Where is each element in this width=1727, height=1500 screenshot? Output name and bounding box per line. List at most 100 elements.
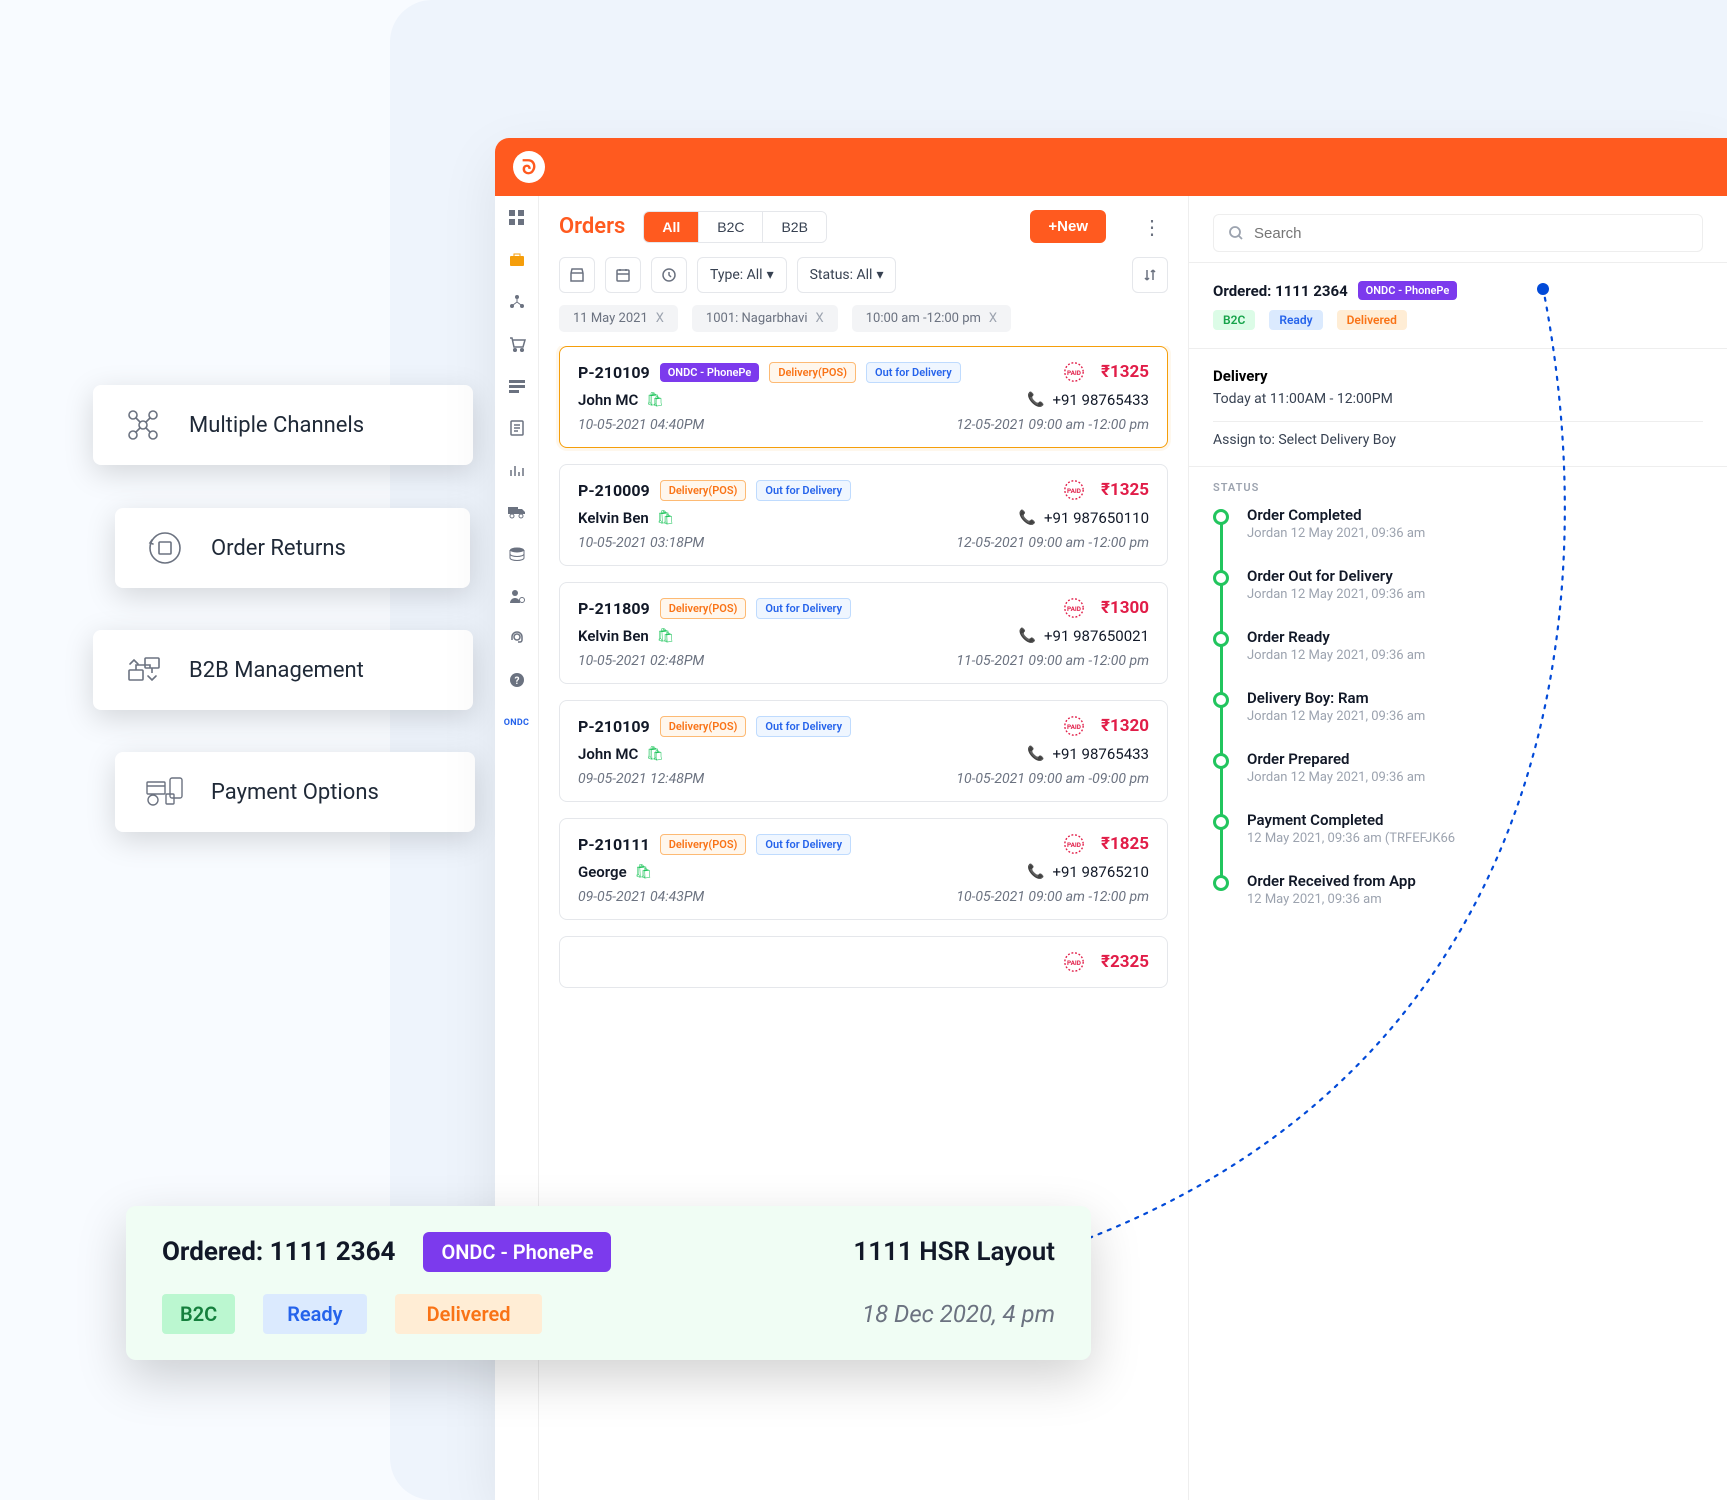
sort-icon[interactable] [1132, 257, 1168, 293]
timeline-item: Payment Completed12 May 2021, 09:36 am (… [1213, 811, 1703, 872]
paid-stamp-icon: PAID [1063, 951, 1085, 973]
timeline-sub: 12 May 2021, 09:36 am [1247, 892, 1416, 907]
nav-finance-icon[interactable] [507, 544, 527, 564]
order-card[interactable]: P-210111Delivery(POS)Out for DeliveryPAI… [559, 818, 1168, 920]
search-box[interactable] [1213, 214, 1703, 252]
placed-time: 10-05-2021 04:40PM [578, 417, 704, 433]
b2c-badge: B2C [1213, 310, 1255, 330]
feature-card-payments: Payment Options [115, 752, 475, 832]
delivered-badge: Delivered [1337, 310, 1407, 330]
segment-b2c[interactable]: B2C [699, 212, 763, 242]
timeline-item: Order CompletedJordan 12 May 2021, 09:36… [1213, 506, 1703, 567]
status-heading: STATUS [1189, 467, 1727, 498]
customer-phone: +91 98765433 [1052, 745, 1149, 763]
timeline-dot-icon [1213, 753, 1229, 769]
segment-all[interactable]: All [644, 212, 699, 242]
nav-support-icon[interactable] [507, 628, 527, 648]
b2b-icon [121, 648, 165, 692]
order-badge: Out for Delivery [756, 480, 851, 501]
new-order-button[interactable]: +New [1030, 210, 1106, 243]
connector-dot [1537, 283, 1549, 295]
ondc-mini-label: ONDC [504, 718, 530, 728]
type-filter[interactable]: Type: All ▾ [697, 257, 787, 293]
order-card[interactable]: P-210009Delivery(POS)Out for DeliveryPAI… [559, 464, 1168, 566]
status-filter[interactable]: Status: All ▾ [797, 257, 897, 293]
timeline-title: Order Received from App [1247, 872, 1416, 890]
overlay-ready-badge: Ready [263, 1294, 366, 1334]
active-filter-chips: 11 May 2021X 1001: NagarbhaviX 10:00 am … [539, 299, 1188, 346]
date-filter-icon[interactable] [605, 257, 641, 293]
timeline-sub: Jordan 12 May 2021, 09:36 am [1247, 587, 1425, 602]
assign-to[interactable]: Assign to: Select Delivery Boy [1213, 421, 1703, 448]
store-filter-icon[interactable] [559, 257, 595, 293]
delivery-block: Delivery Today at 11:00AM - 12:00PM Assi… [1189, 349, 1727, 467]
nav-dashboard-icon[interactable] [507, 208, 527, 228]
ordered-block: Ordered: 1111 2364 ONDC - PhonePe B2C Re… [1189, 263, 1727, 349]
overlay-address: 1111 HSR Layout [853, 1237, 1055, 1267]
timeline-dot-icon [1213, 509, 1229, 525]
segment-b2b[interactable]: B2B [763, 212, 825, 242]
order-id: P-211809 [578, 599, 650, 618]
paid-stamp-icon: PAID [1063, 715, 1085, 737]
phone-icon[interactable]: 📞 [1019, 510, 1036, 526]
order-card[interactable]: P-210109ONDC - PhonePeDelivery(POS)Out f… [559, 346, 1168, 448]
nav-analytics-icon[interactable] [507, 460, 527, 480]
topbar: ᘐ [495, 138, 1727, 196]
order-card[interactable]: P-210109 Delivery(POS) Out for Delivery PAI… [559, 700, 1168, 802]
filter-chip: 1001: NagarbhaviX [692, 305, 838, 332]
bag-icon: 🛍 [657, 510, 675, 526]
feature-label: Payment Options [211, 780, 379, 805]
nav-org-icon[interactable] [507, 292, 527, 312]
customer-phone: +91 987650021 [1044, 627, 1149, 645]
svg-text:PAID: PAID [1067, 487, 1081, 495]
nav-truck-icon[interactable] [507, 502, 527, 522]
svg-text:?: ? [514, 676, 519, 687]
bag-icon: 🛍 [635, 864, 653, 880]
phone-icon[interactable]: 📞 [1027, 864, 1044, 880]
order-badge: Out for Delivery [866, 362, 961, 383]
nav-orders-icon[interactable] [507, 250, 527, 270]
delivery-title: Delivery [1213, 367, 1703, 385]
customer-name: Kelvin Ben [578, 509, 649, 527]
nav-user-icon[interactable] [507, 586, 527, 606]
bag-icon: 🛍 [646, 746, 664, 762]
nav-help-icon[interactable]: ? [507, 670, 527, 690]
phone-icon[interactable]: 📞 [1019, 628, 1036, 644]
delivery-slot: 10-05-2021 09:00 am -12:00 pm [956, 889, 1149, 905]
phone-icon[interactable]: 📞 [1027, 746, 1044, 762]
chip-remove-icon[interactable]: X [816, 311, 824, 326]
feature-label: Order Returns [211, 536, 346, 561]
customer-phone: +91 98765433 [1052, 391, 1149, 409]
timeline-title: Order Completed [1247, 506, 1425, 524]
search-input[interactable] [1254, 225, 1688, 242]
timeline-title: Order Prepared [1247, 750, 1425, 768]
timeline-dot-icon [1213, 570, 1229, 586]
order-badge: Delivery(POS) [660, 834, 747, 855]
order-badge: Delivery(POS) [660, 598, 747, 619]
customer-name: George [578, 863, 627, 881]
channels-icon [121, 403, 165, 447]
delivery-slot: 10-05-2021 09:00 am -09:00 pm [956, 771, 1149, 787]
search-icon [1228, 225, 1244, 241]
filter-chip: 10:00 am -12:00 pmX [852, 305, 1011, 332]
nav-inventory-icon[interactable] [507, 376, 527, 396]
time-filter-icon[interactable] [651, 257, 687, 293]
chip-remove-icon[interactable]: X [656, 311, 664, 326]
more-menu-icon[interactable]: ⋮ [1136, 215, 1168, 239]
order-card[interactable]: PAID₹2325 [559, 936, 1168, 988]
segment-group: All B2C B2B [643, 211, 827, 243]
phone-icon[interactable]: 📞 [1027, 392, 1044, 408]
timeline-title: Order Out for Delivery [1247, 567, 1425, 585]
timeline-item: Order PreparedJordan 12 May 2021, 09:36 … [1213, 750, 1703, 811]
order-badge: Out for Delivery [756, 716, 851, 737]
order-card[interactable]: P-211809Delivery(POS)Out for DeliveryPAI… [559, 582, 1168, 684]
order-id: P-210109 [578, 363, 650, 382]
app-logo: ᘐ [513, 151, 545, 183]
timeline-item: Delivery Boy: RamJordan 12 May 2021, 09:… [1213, 689, 1703, 750]
nav-doc-icon[interactable] [507, 418, 527, 438]
order-price: ₹1320 [1101, 716, 1149, 736]
nav-cart-icon[interactable] [507, 334, 527, 354]
order-badge: Delivery(POS) [660, 716, 747, 737]
chip-remove-icon[interactable]: X [989, 311, 997, 326]
order-id: P-210109 [578, 717, 650, 736]
